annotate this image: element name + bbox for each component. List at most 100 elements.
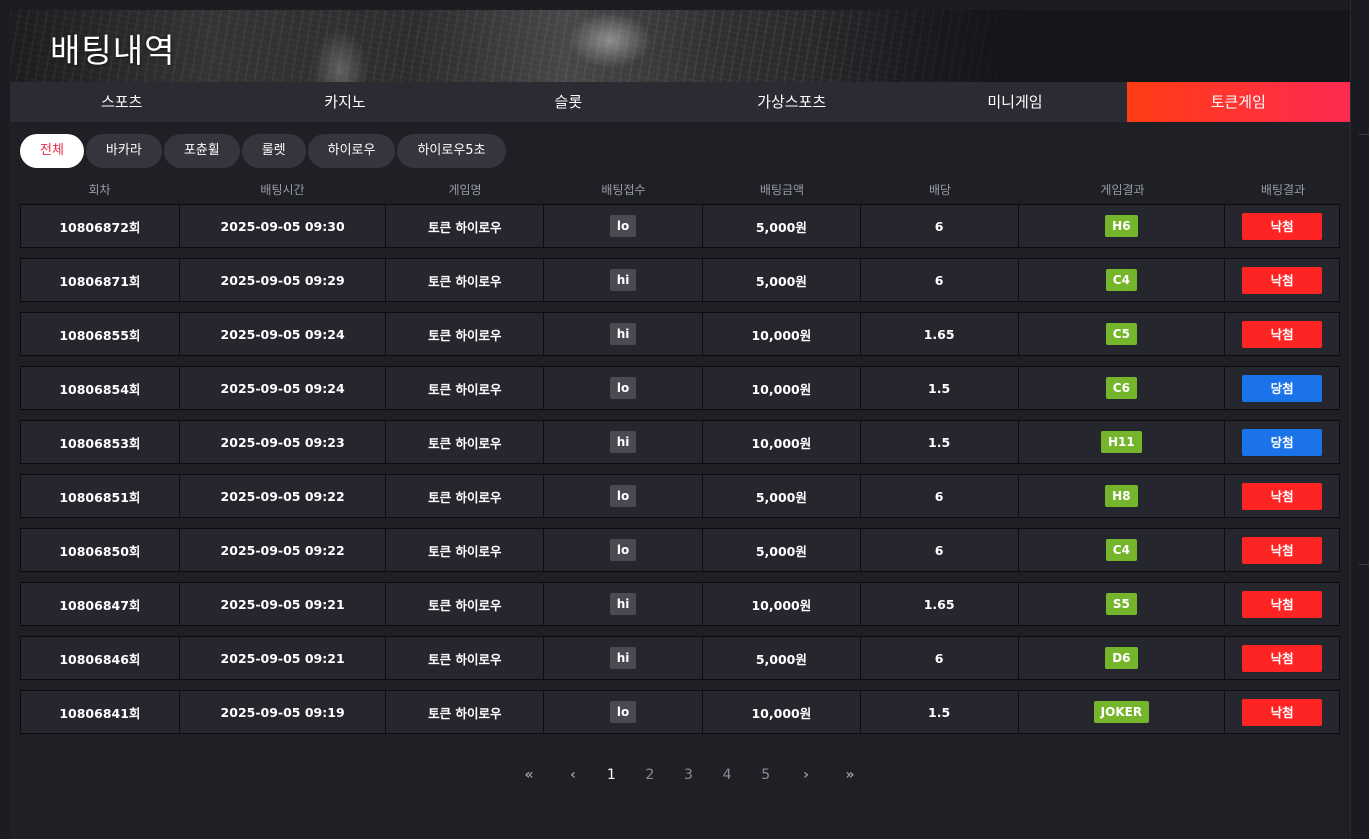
cell-round: 10806851회 (21, 475, 180, 517)
cell-pick: hi (544, 583, 703, 625)
cell-result: D6 (1019, 637, 1226, 679)
game-result-badge: C6 (1105, 377, 1137, 399)
filter-tab-2[interactable]: 포츈휠 (163, 134, 240, 168)
cell-game: 토큰 하이로우 (386, 637, 545, 679)
cell-round: 10806871회 (21, 259, 180, 301)
cell-amount: 5,000원 (703, 529, 861, 571)
tab-1[interactable]: 카지노 (233, 82, 456, 122)
page-1[interactable]: 1 (592, 762, 631, 788)
pick-badge: hi (610, 593, 637, 615)
cell-result: H8 (1019, 475, 1226, 517)
double-chevron-right-icon[interactable]: » (827, 762, 873, 788)
cell-outcome: 당첨 (1225, 421, 1339, 463)
table-header: 회차 배팅시간 게임명 배팅접수 배팅금액 배당 게임결과 배팅결과 (20, 176, 1340, 204)
tab-0[interactable]: 스포츠 (10, 82, 233, 122)
filter-tab-1[interactable]: 바카라 (85, 134, 162, 168)
cell-amount: 5,000원 (703, 205, 861, 247)
cell-time: 2025-09-05 09:30 (180, 205, 387, 247)
cell-pick: hi (544, 313, 703, 355)
bet-outcome-badge: 낙첨 (1242, 590, 1323, 618)
cell-pick: lo (544, 205, 703, 247)
chevron-right-icon[interactable]: › (785, 762, 827, 788)
filter-tab-0[interactable]: 전체 (20, 134, 84, 168)
cell-odds: 6 (861, 475, 1019, 517)
main-category-tabs: 스포츠 카지노 슬롯 가상스포츠 미니게임 토큰게임 (10, 82, 1350, 122)
column-header: 배팅접수 (601, 183, 646, 197)
cell-odds: 6 (861, 259, 1019, 301)
cell-pick: lo (544, 691, 703, 733)
page-4[interactable]: 4 (708, 762, 747, 788)
cell-round: 10806872회 (21, 205, 180, 247)
column-header: 배팅결과 (1260, 183, 1306, 197)
pick-badge: hi (610, 323, 637, 345)
cell-outcome: 낙첨 (1225, 637, 1339, 679)
game-result-badge: H11 (1100, 431, 1142, 453)
cell-outcome: 낙첨 (1225, 691, 1339, 733)
cell-amount: 5,000원 (703, 475, 861, 517)
cell-result: S5 (1019, 583, 1226, 625)
bet-outcome-badge: 낙첨 (1242, 212, 1323, 240)
chevron-left-icon[interactable]: ‹ (554, 762, 592, 788)
pick-badge: lo (610, 215, 637, 237)
scrollbar-track[interactable] (1350, 0, 1369, 839)
table-row: 10806855회 2025-09-05 09:24 토큰 하이로우 hi 10,000… (20, 312, 1340, 356)
cell-amount: 10,000원 (703, 583, 861, 625)
pick-badge: lo (610, 485, 637, 507)
cell-result: C6 (1019, 367, 1226, 409)
column-header: 배팅시간 (260, 183, 305, 197)
cell-round: 10806841회 (21, 691, 180, 733)
page-2[interactable]: 2 (631, 762, 670, 788)
tab-4[interactable]: 미니게임 (903, 82, 1126, 122)
filter-tab-5[interactable]: 하이로우5초 (397, 134, 506, 168)
tab-3[interactable]: 가상스포츠 (680, 82, 903, 122)
cell-outcome: 당첨 (1225, 367, 1339, 409)
column-header: 회차 (88, 183, 111, 197)
bet-outcome-badge: 낙첨 (1242, 698, 1323, 726)
table-row: 10806850회 2025-09-05 09:22 토큰 하이로우 lo 5,000원… (20, 528, 1340, 572)
table-row: 10806854회 2025-09-05 09:24 토큰 하이로우 lo 10,000… (20, 366, 1340, 410)
double-chevron-left-icon[interactable]: « (504, 762, 554, 788)
filter-tab-4[interactable]: 하이로우 (307, 134, 396, 168)
cell-result: C4 (1019, 529, 1226, 571)
page-title: 배팅내역 (50, 31, 176, 70)
cell-time: 2025-09-05 09:24 (180, 313, 387, 355)
game-result-badge: S5 (1105, 593, 1137, 615)
page-5[interactable]: 5 (746, 762, 785, 788)
game-filter-tabs: 전체 바카라 포츈휠 룰렛 하이로우 하이로우5초 (20, 134, 506, 168)
cell-time: 2025-09-05 09:23 (180, 421, 387, 463)
cell-pick: lo (544, 367, 703, 409)
header-banner: 배팅내역 (10, 10, 1350, 82)
cell-game: 토큰 하이로우 (386, 367, 545, 409)
cell-amount: 10,000원 (703, 367, 861, 409)
cell-game: 토큰 하이로우 (386, 583, 545, 625)
column-header: 게임결과 (1100, 183, 1145, 197)
table-row: 10806853회 2025-09-05 09:23 토큰 하이로우 hi 10,000… (20, 420, 1340, 464)
tab-2[interactable]: 슬롯 (457, 82, 680, 122)
cell-outcome: 낙첨 (1225, 313, 1339, 355)
pick-badge: hi (610, 647, 637, 669)
filter-tab-3[interactable]: 룰렛 (241, 134, 306, 168)
table-row: 10806871회 2025-09-05 09:29 토큰 하이로우 hi 5,000원… (20, 258, 1340, 302)
cell-odds: 1.65 (861, 583, 1019, 625)
pick-badge: lo (610, 539, 637, 561)
cell-game: 토큰 하이로우 (386, 475, 545, 517)
cell-amount: 10,000원 (703, 691, 861, 733)
tab-5[interactable]: 토큰게임 (1126, 82, 1350, 122)
cell-time: 2025-09-05 09:29 (180, 259, 387, 301)
table-row: 10806872회 2025-09-05 09:30 토큰 하이로우 lo 5,000원… (20, 204, 1340, 248)
cell-game: 토큰 하이로우 (386, 259, 545, 301)
bet-outcome-badge: 당첨 (1242, 374, 1323, 402)
cell-outcome: 낙첨 (1225, 205, 1339, 247)
cell-odds: 1.5 (861, 421, 1019, 463)
cell-odds: 6 (861, 205, 1019, 247)
cell-result: H11 (1019, 421, 1226, 463)
table-row: 10806851회 2025-09-05 09:22 토큰 하이로우 lo 5,000원… (20, 474, 1340, 518)
game-result-badge: C4 (1105, 269, 1137, 291)
cell-outcome: 낙첨 (1225, 475, 1339, 517)
cell-result: C4 (1019, 259, 1226, 301)
cell-result: C5 (1019, 313, 1226, 355)
bet-outcome-badge: 낙첨 (1242, 482, 1323, 510)
cell-time: 2025-09-05 09:24 (180, 367, 387, 409)
cell-pick: hi (544, 637, 703, 679)
page-3[interactable]: 3 (669, 762, 708, 788)
